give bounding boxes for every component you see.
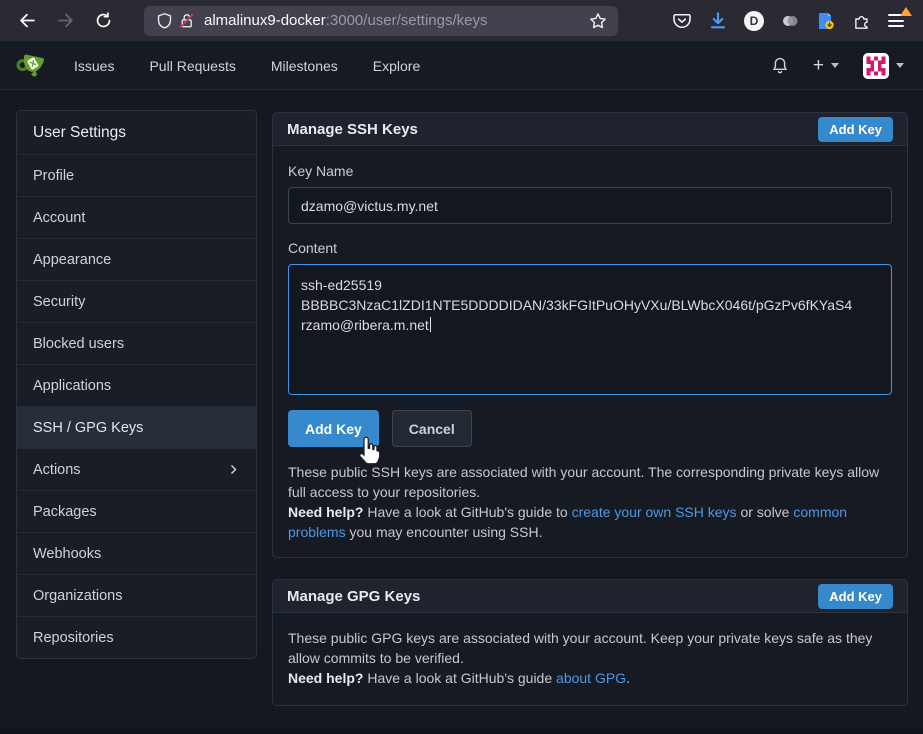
gpg-help-text: These public GPG keys are associated wit… [288, 628, 892, 688]
ssh-header-add-key-button[interactable]: Add Key [818, 117, 893, 142]
text-cursor [430, 317, 431, 332]
chevron-down-icon [896, 63, 904, 68]
sidebar-item-webhooks[interactable]: Webhooks [17, 533, 256, 575]
link-create-ssh-keys[interactable]: create your own SSH keys [572, 504, 737, 520]
gpg-keys-panel: Manage GPG Keys Add Key These public GPG… [272, 579, 908, 706]
link-about-gpg[interactable]: about GPG [556, 670, 626, 686]
extensions-puzzle-icon[interactable] [852, 11, 872, 31]
url-text[interactable]: almalinux9-docker:3000/user/settings/key… [204, 12, 587, 29]
sidebar-item-organizations[interactable]: Organizations [17, 575, 256, 617]
nav-link-milestones[interactable]: Milestones [271, 58, 338, 74]
gpg-panel-title: Manage GPG Keys [287, 588, 420, 605]
key-name-input[interactable] [288, 187, 892, 224]
sidebar-item-applications[interactable]: Applications [17, 365, 256, 407]
notifications-bell-icon[interactable] [771, 56, 789, 75]
user-menu-dropdown[interactable] [863, 53, 904, 79]
sidebar-item-repositories[interactable]: Repositories [17, 617, 256, 658]
sidebar-item-account[interactable]: Account [17, 197, 256, 239]
key-name-label: Key Name [288, 163, 892, 179]
document-badge-extension-icon[interactable] [816, 11, 836, 31]
browser-toolbar: almalinux9-docker:3000/user/settings/key… [0, 0, 923, 42]
bookmark-star-icon[interactable] [587, 10, 609, 32]
chevron-right-icon [227, 463, 240, 476]
nav-link-issues[interactable]: Issues [74, 58, 114, 74]
ssh-keys-panel: Manage SSH Keys Add Key Key Name Content… [272, 112, 908, 558]
ssh-panel-header: Manage SSH Keys Add Key [272, 112, 908, 146]
forward-icon[interactable] [51, 6, 80, 35]
gitea-page: Issues Pull Requests Milestones Explore … [0, 42, 923, 734]
gpg-panel-header: Manage GPG Keys Add Key [272, 579, 908, 613]
content-label: Content [288, 240, 892, 256]
nav-link-explore[interactable]: Explore [373, 58, 420, 74]
site-navbar: Issues Pull Requests Milestones Explore … [0, 42, 923, 90]
tracking-shield-icon[interactable] [153, 10, 175, 32]
ssh-need-help-label: Need help? [288, 504, 363, 520]
screen: almalinux9-docker:3000/user/settings/key… [0, 0, 923, 734]
reload-icon[interactable] [89, 6, 118, 35]
add-key-submit-button[interactable]: Add Key [288, 410, 379, 447]
ssh-panel-title: Manage SSH Keys [287, 121, 418, 138]
nav-link-pull-requests[interactable]: Pull Requests [149, 58, 235, 74]
menu-hamburger-icon[interactable] [888, 11, 908, 31]
create-new-dropdown[interactable]: + [813, 56, 839, 75]
update-badge-icon [900, 7, 912, 16]
download-icon[interactable] [708, 11, 728, 31]
gpg-panel-body: These public GPG keys are associated wit… [272, 613, 908, 706]
gray-circles-extension-icon[interactable] [780, 11, 800, 31]
gpg-need-help-label: Need help? [288, 670, 363, 686]
url-path: :3000/user/settings/keys [326, 12, 488, 29]
sidebar-item-actions[interactable]: Actions [17, 449, 256, 491]
page-bottom-strip [0, 729, 923, 734]
main-content: Manage SSH Keys Add Key Key Name Content… [272, 112, 908, 706]
key-content-text: ssh-ed25519 BBBBC3NzaC1lZDI1NTE5DDDDIDAN… [301, 277, 856, 333]
ssh-panel-body: Key Name Content ssh-ed25519 BBBBC3NzaC1… [272, 146, 908, 558]
gitea-logo-icon[interactable] [15, 50, 47, 82]
sidebar-item-profile[interactable]: Profile [17, 155, 256, 197]
sidebar-item-ssh-gpg-keys[interactable]: SSH / GPG Keys [17, 407, 256, 449]
chevron-down-icon [831, 63, 839, 68]
insecure-lock-icon[interactable] [175, 10, 197, 32]
cancel-button[interactable]: Cancel [392, 410, 472, 447]
duckduckgo-extension-icon[interactable]: D [744, 11, 764, 31]
key-content-textarea[interactable]: ssh-ed25519 BBBBC3NzaC1lZDI1NTE5DDDDIDAN… [288, 264, 892, 395]
address-bar[interactable]: almalinux9-docker:3000/user/settings/key… [144, 6, 618, 36]
back-icon[interactable] [13, 6, 42, 35]
plus-icon: + [813, 56, 824, 75]
sidebar-item-packages[interactable]: Packages [17, 491, 256, 533]
sidebar-item-security[interactable]: Security [17, 281, 256, 323]
gpg-header-add-key-button[interactable]: Add Key [818, 584, 893, 609]
sidebar-item-appearance[interactable]: Appearance [17, 239, 256, 281]
ssh-help-text: These public SSH keys are associated wit… [288, 462, 892, 542]
settings-sidebar: User Settings Profile Account Appearance… [16, 110, 257, 659]
avatar [863, 53, 889, 79]
pocket-icon[interactable] [672, 11, 692, 31]
sidebar-title: User Settings [17, 111, 256, 155]
sidebar-item-blocked-users[interactable]: Blocked users [17, 323, 256, 365]
url-host: almalinux9-docker [204, 12, 326, 29]
